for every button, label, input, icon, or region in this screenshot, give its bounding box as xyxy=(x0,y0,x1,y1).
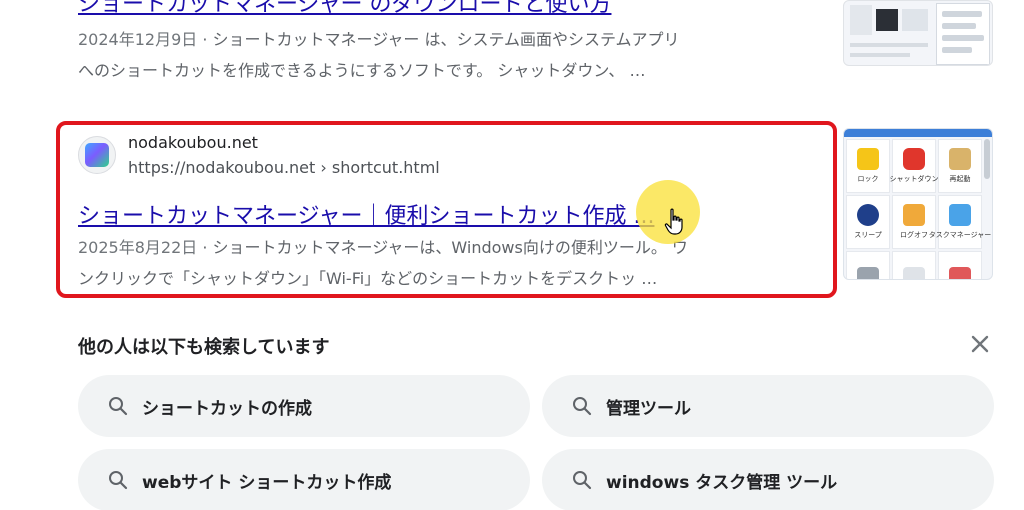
hand-cursor-icon xyxy=(664,208,683,235)
related-search-chip[interactable]: windows タスク管理 ツール xyxy=(542,449,994,510)
previous-result-snippet: 2024年12月9日 · ショートカットマネージャー は、システム画面やシステム… xyxy=(78,24,818,86)
search-icon xyxy=(573,397,592,416)
thumbnail-caption: ロック xyxy=(857,175,879,183)
previous-result-thumbnail[interactable] xyxy=(843,0,993,66)
chart-icon xyxy=(949,204,971,226)
search-icon xyxy=(573,471,592,490)
thumbnail-tile xyxy=(892,251,936,279)
thumbnail-logoff-tile: ログオフ xyxy=(892,195,936,249)
search-icon xyxy=(109,471,128,490)
thumbnail-restart-tile: 再起動 xyxy=(938,139,982,193)
thumbnail-taskmgr-tile: タスクマネージャー xyxy=(929,195,991,249)
close-icon xyxy=(971,335,989,353)
power-icon xyxy=(903,148,925,170)
folder-icon xyxy=(949,267,971,279)
thumbnail-caption: ログオフ xyxy=(900,231,928,239)
thumbnail-tile xyxy=(938,251,982,279)
thumbnail-shutdown-tile: シャットダウン xyxy=(889,139,939,193)
restart-icon xyxy=(949,148,971,170)
site-url[interactable]: https://nodakoubou.net › shortcut.html xyxy=(128,158,440,177)
related-search-chip[interactable]: 管理ツール xyxy=(542,375,994,437)
related-search-label: windows タスク管理 ツール xyxy=(606,472,838,493)
thumbnail-lock-tile: ロック xyxy=(846,139,890,193)
result-snippet: 2025年8月22日 · ショートカットマネージャーは、Windows向けの便利… xyxy=(78,232,818,294)
related-search-label: webサイト ショートカット作成 xyxy=(142,472,392,493)
related-search-chip[interactable]: webサイト ショートカット作成 xyxy=(78,449,530,510)
site-name[interactable]: nodakoubou.net xyxy=(128,133,258,152)
thumbnail-sleep-tile: スリープ xyxy=(846,195,890,249)
lock-icon xyxy=(857,148,879,170)
result-date: 2025年8月22日 xyxy=(78,238,198,257)
related-search-label: ショートカットの作成 xyxy=(142,398,312,419)
result-snippet-line1: · ショートカットマネージャーは、Windows向けの便利ツール。 ワ xyxy=(197,238,688,257)
result-title-link[interactable]: ショートカットマネージャー｜便利ショートカット作成 ... xyxy=(78,198,654,230)
search-icon xyxy=(109,397,128,416)
related-search-label: 管理ツール xyxy=(606,398,691,419)
previous-result-title[interactable]: ショートカットマネージャー のダウンロードと使い方 xyxy=(78,0,818,18)
thumbnail-caption: スリープ xyxy=(854,231,882,239)
signal-icon xyxy=(903,267,925,279)
site-favicon[interactable] xyxy=(78,136,116,174)
result-snippet-line2: ンクリックで「シャットダウン」「Wi-Fi」などのショートカットをデスクトッ … xyxy=(78,269,658,288)
key-icon xyxy=(903,204,925,226)
thumbnail-caption: シャットダウン xyxy=(889,175,939,183)
printer-icon xyxy=(857,267,879,279)
thumbnail-caption: 再起動 xyxy=(949,175,971,183)
moon-icon xyxy=(857,204,879,226)
previous-result-snippet-line1: · ショートカットマネージャー は、システム画面やシステムアプリ xyxy=(197,30,680,49)
related-searches-heading: 他の人は以下も検索しています xyxy=(78,337,330,358)
related-search-chip[interactable]: ショートカットの作成 xyxy=(78,375,530,437)
previous-result-snippet-line2: へのショートカットを作成できるようにするソフトです。 シャットダウン、 … xyxy=(78,61,646,80)
close-button[interactable] xyxy=(966,330,994,358)
previous-result-date: 2024年12月9日 xyxy=(78,30,198,49)
thumbnail-tile xyxy=(846,251,890,279)
thumbnail-caption: タスクマネージャー xyxy=(928,231,992,239)
result-thumbnail[interactable]: ロック シャットダウン 再起動 スリープ ログオフ タスクマネージャー xyxy=(843,128,993,280)
thumbnail-scrollbar xyxy=(984,139,990,179)
